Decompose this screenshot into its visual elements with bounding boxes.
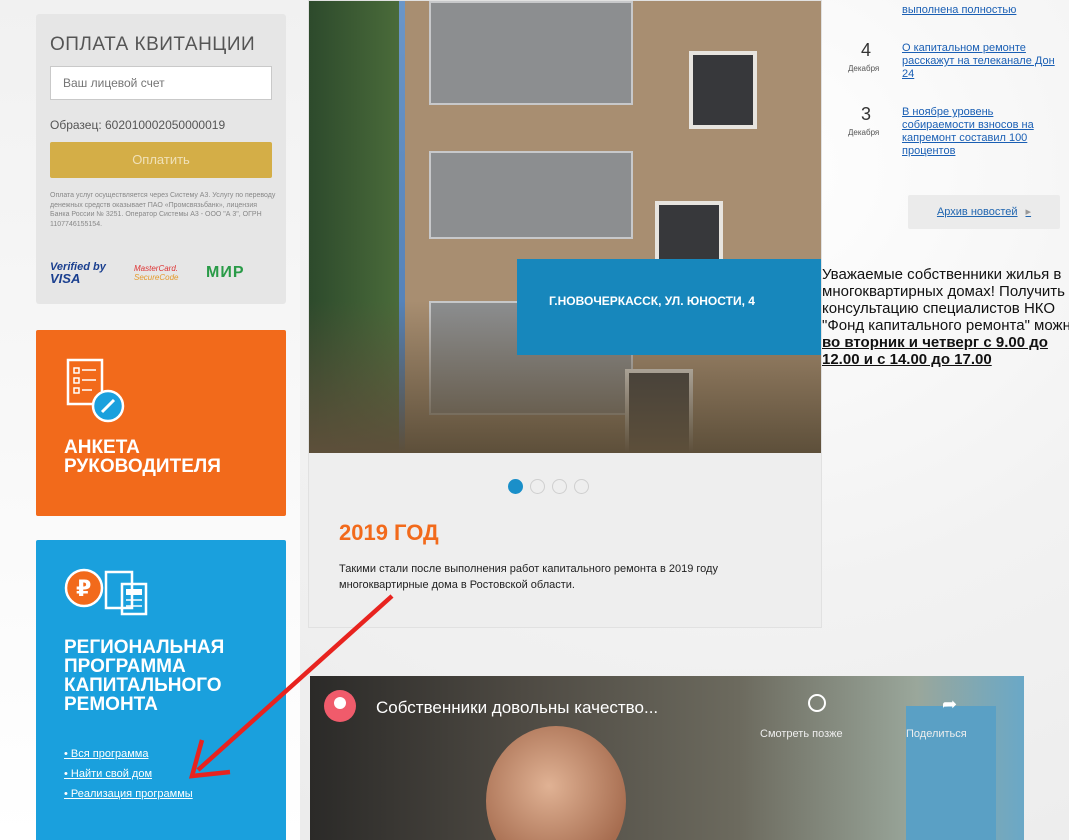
slide-caption: Г.НОВОЧЕРКАССК, УЛ. ЮНОСТИ, 4 bbox=[549, 294, 755, 308]
payment-note: Оплата услуг осуществляется через Систем… bbox=[50, 192, 276, 228]
watch-later-icon[interactable] bbox=[808, 694, 826, 712]
news-archive-label: Архив новостей bbox=[936, 206, 1018, 218]
verified-by-visa-logo: Verified by VISA bbox=[50, 261, 106, 286]
slider-dots bbox=[508, 479, 596, 497]
video-player[interactable]: Собственники довольны качество... Смотре… bbox=[310, 676, 1024, 840]
consultation-notice: Уважаемые собственники жилья в многоквар… bbox=[822, 266, 1069, 368]
news-month: Декабря bbox=[848, 64, 880, 73]
slider-dot[interactable] bbox=[552, 479, 567, 494]
news-archive-button[interactable]: Архив новостей ▸ bbox=[908, 195, 1060, 229]
slide-title: 2019 ГОД bbox=[339, 520, 439, 545]
regional-program-links: Вся программа Найти свой дом Реализация … bbox=[64, 748, 193, 808]
video-background-door bbox=[906, 706, 996, 840]
photo-balcony-2 bbox=[429, 151, 633, 239]
slide-description: Такими стали после выполнения работ капи… bbox=[339, 563, 718, 591]
payment-title: ОПЛАТА КВИТАНЦИИ bbox=[50, 34, 256, 55]
news-day: 3 bbox=[861, 104, 872, 124]
payment-logos: Verified by VISA MasterCard. SecureCode МИ… bbox=[50, 260, 272, 290]
regional-program-title: РЕГИОНАЛЬНАЯ ПРОГРАММА КАПИТАЛЬНОГО РЕМО… bbox=[64, 637, 225, 715]
news-slider: Г.НОВОЧЕРКАССК, УЛ. ЮНОСТИ, 4 2019 ГОД Т… bbox=[308, 0, 822, 628]
link-all-program[interactable]: Вся программа bbox=[64, 748, 193, 760]
pay-button[interactable]: Оплатить bbox=[50, 142, 272, 178]
ruble-program-icon: ₽ bbox=[64, 568, 148, 616]
slider-dot[interactable] bbox=[574, 479, 589, 494]
manager-survey-card[interactable]: АНКЕТА РУКОВОДИТЕЛЯ bbox=[36, 330, 286, 516]
news-link[interactable]: В ноябре уровень собираемости взносов на… bbox=[902, 106, 1062, 158]
account-sample: Образец: 602010002050000019 bbox=[50, 118, 226, 132]
slide-photo[interactable]: Г.НОВОЧЕРКАССК, УЛ. ЮНОСТИ, 4 bbox=[309, 1, 821, 453]
news-link-prev[interactable]: выполнена полностью bbox=[902, 4, 1016, 16]
link-find-your-house[interactable]: Найти свой дом bbox=[64, 768, 193, 780]
notice-text: Уважаемые собственники жилья в многоквар… bbox=[822, 266, 1069, 334]
watch-later-button[interactable]: Смотреть позже bbox=[760, 728, 843, 740]
slider-dot[interactable] bbox=[530, 479, 545, 494]
mastercard-securecode-logo: MasterCard. SecureCode bbox=[134, 264, 179, 282]
news-month: Декабря bbox=[848, 128, 880, 137]
payment-widget: ОПЛАТА КВИТАНЦИИ Образец: 60201000205000… bbox=[36, 14, 286, 304]
channel-avatar-icon[interactable] bbox=[324, 690, 356, 722]
svg-text:₽: ₽ bbox=[76, 577, 91, 602]
photo-window-1 bbox=[689, 51, 757, 129]
share-button[interactable]: Поделиться bbox=[906, 728, 967, 740]
news-day: 4 bbox=[861, 40, 872, 60]
mir-logo: МИР bbox=[206, 264, 245, 281]
chevron-right-icon: ▸ bbox=[1025, 206, 1032, 218]
photo-balcony-1 bbox=[429, 1, 633, 105]
manager-survey-title: АНКЕТА РУКОВОДИТЕЛЯ bbox=[64, 437, 221, 477]
account-number-input[interactable] bbox=[50, 66, 272, 100]
slide-caption-box: Г.НОВОЧЕРКАССК, УЛ. ЮНОСТИ, 4 bbox=[517, 259, 821, 355]
link-program-implementation[interactable]: Реализация программы bbox=[64, 788, 193, 800]
slider-dot[interactable] bbox=[508, 479, 523, 494]
survey-form-icon bbox=[66, 358, 125, 423]
video-title[interactable]: Собственники довольны качество... bbox=[376, 698, 658, 718]
regional-program-card: ₽ РЕГИОНАЛЬНАЯ ПРОГРАММА КАПИТАЛЬНОГО РЕ… bbox=[36, 540, 286, 840]
news-link[interactable]: О капитальном ремонте расскажут на телек… bbox=[902, 42, 1062, 81]
notice-schedule: во вторник и четверг с 9.00 до 12.00 и с… bbox=[822, 334, 1048, 368]
share-icon[interactable]: ➦ bbox=[942, 694, 957, 715]
